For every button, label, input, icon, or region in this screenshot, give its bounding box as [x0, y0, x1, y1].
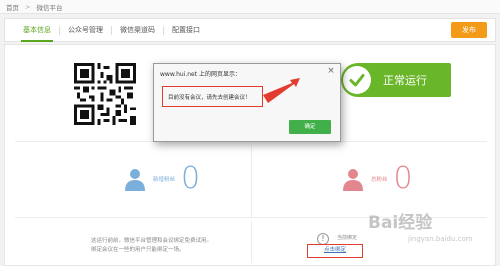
- close-icon[interactable]: ×: [326, 66, 336, 76]
- dialog-title: www.hui.net 上的网页显示：: [160, 71, 242, 78]
- ok-button[interactable]: 确定: [289, 120, 331, 134]
- dialog-message: 目前没有会议，请先去创建会议！: [162, 86, 263, 107]
- dialog-overlay: www.hui.net 上的网页显示： × 目前没有会议，请先去创建会议！ 确定: [0, 0, 500, 266]
- alert-dialog: www.hui.net 上的网页显示： × 目前没有会议，请先去创建会议！ 确定: [153, 63, 341, 142]
